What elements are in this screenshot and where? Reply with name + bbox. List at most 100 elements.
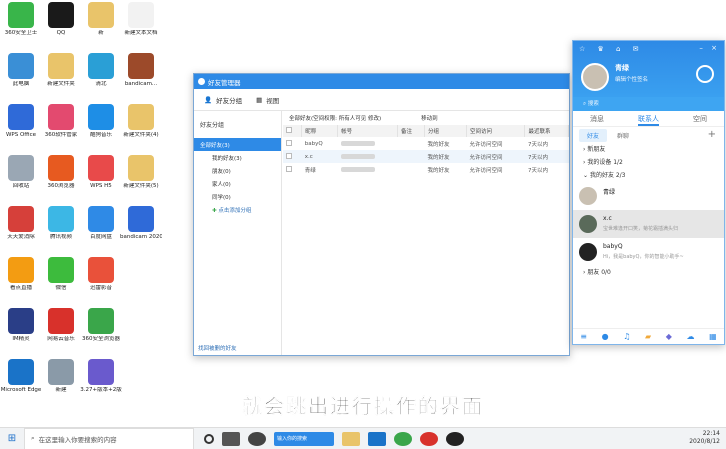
menu-icon[interactable]: ≡ bbox=[580, 332, 587, 341]
select-all-checkbox[interactable] bbox=[286, 127, 292, 133]
group-item-my-friends[interactable]: 我的好友(3) bbox=[194, 151, 281, 164]
qq-window-buttons[interactable]: – × bbox=[699, 44, 720, 52]
move-to-dropdown[interactable]: 移动到 bbox=[421, 114, 438, 122]
app-icon bbox=[48, 155, 74, 181]
music-icon[interactable]: ♫ bbox=[623, 332, 630, 341]
desktop-icon[interactable]: 新建文件夹(4) bbox=[120, 104, 162, 139]
group-my-friends[interactable]: ⌄ 我的好友 2/3 bbox=[573, 169, 724, 182]
weather-sun-icon[interactable] bbox=[696, 65, 714, 83]
desktop-icon[interactable]: 酷狗音乐 bbox=[80, 104, 122, 139]
view-button[interactable]: ▦ 视图 bbox=[256, 95, 279, 105]
avatar[interactable] bbox=[581, 63, 609, 91]
checkbox-header[interactable] bbox=[283, 125, 303, 137]
window-title: 好友管理器 bbox=[208, 78, 241, 87]
windows-start-icon[interactable]: ⊞ bbox=[0, 433, 24, 444]
cortana-icon[interactable] bbox=[204, 433, 214, 444]
desktop-icon[interactable]: 新建文件夹(5) bbox=[120, 155, 162, 190]
add-plus-icon[interactable]: + bbox=[708, 129, 716, 140]
desktop-icon[interactable]: 新建文本文档 bbox=[120, 2, 162, 37]
desktop-icon[interactable]: 此电脑 bbox=[0, 53, 42, 88]
desktop-icon[interactable]: 清北 bbox=[80, 53, 122, 88]
subtab-groups[interactable]: 群聊 bbox=[617, 131, 629, 140]
table-row[interactable]: babyQ 我的好友 允许访问空间 7天以内 bbox=[283, 137, 569, 150]
tab-messages[interactable]: 消息 bbox=[590, 111, 604, 126]
search-box-app[interactable]: 输入你的搜索 bbox=[274, 431, 334, 446]
app-icon bbox=[128, 53, 154, 79]
desktop-icon[interactable]: 360浏览器 bbox=[40, 155, 82, 190]
qq-search-input[interactable]: ⌕ 搜索 bbox=[573, 97, 724, 111]
group-friends[interactable]: › 朋友 0/0 bbox=[573, 266, 724, 279]
qq-top-icons[interactable]: ☆ ♛ ⌂ ✉ bbox=[579, 45, 644, 53]
desktop-icon[interactable]: 腾讯视频 bbox=[40, 206, 82, 241]
recorder-icon[interactable] bbox=[420, 431, 438, 446]
file-explorer-icon[interactable] bbox=[342, 431, 360, 446]
taskbar-search-input[interactable]: ⌕ 在这里输入你要搜索的内容 bbox=[24, 427, 194, 449]
group-item-family[interactable]: 家人(0) bbox=[194, 177, 281, 190]
desktop-icon[interactable]: 看点直播 bbox=[0, 257, 42, 292]
task-view-icon[interactable] bbox=[222, 431, 240, 446]
app-grid-icon[interactable]: ▦ bbox=[709, 332, 717, 341]
desktop-icon[interactable]: 回收站 bbox=[0, 155, 42, 190]
desktop-icon[interactable]: 天天爱消除 bbox=[0, 206, 42, 241]
game-icon[interactable]: ◆ bbox=[666, 332, 672, 341]
row-checkbox[interactable] bbox=[286, 139, 292, 146]
desktop-icon[interactable]: 360软件管家 bbox=[40, 104, 82, 139]
friend-item[interactable]: x.c 宝世难逢开口笑，菊花霜插满头归 bbox=[573, 210, 724, 238]
qq-taskbar-icon[interactable] bbox=[446, 431, 464, 446]
group-new-friends[interactable]: › 新朋友 bbox=[573, 143, 724, 156]
desktop-icon[interactable]: 微信 bbox=[40, 257, 82, 292]
row-checkbox[interactable] bbox=[286, 152, 292, 159]
table-row[interactable]: 青绿 我的好友 允许访问空间 7天以内 bbox=[283, 163, 569, 176]
subtab-friends[interactable]: 好友 bbox=[579, 128, 608, 142]
desktop-icon[interactable]: 3.27+版本+2版 bbox=[80, 359, 122, 394]
cell-recent: 7天以内 bbox=[527, 167, 548, 174]
system-tray[interactable]: 22:14 2020/8/12 bbox=[689, 430, 720, 446]
desktop-icon[interactable]: WPS Office bbox=[0, 104, 42, 139]
cloud-icon[interactable]: ☁ bbox=[687, 332, 695, 341]
desktop-icon[interactable]: bandicam... bbox=[120, 53, 162, 88]
desktop-icon[interactable]: IM精灵 bbox=[0, 308, 42, 343]
signature-edit[interactable]: 编辑个性签名 bbox=[615, 75, 648, 83]
column-nickname[interactable]: 昵称 bbox=[301, 125, 339, 137]
table-row[interactable]: x.c 我的好友 允许访问空间 7天以内 bbox=[283, 150, 569, 163]
desktop-icon[interactable]: bandicam 2020-08-1... bbox=[120, 206, 162, 241]
app-icon bbox=[48, 206, 74, 232]
friend-manager-titlebar[interactable]: 好友管理器 bbox=[194, 74, 569, 89]
tab-contacts[interactable]: 联系人 bbox=[638, 111, 659, 126]
friend-groups-button[interactable]: 👤 好友分组 bbox=[204, 95, 242, 105]
desktop-icon[interactable]: QQ bbox=[40, 2, 82, 37]
desktop-icon[interactable]: WPS H5 bbox=[80, 155, 122, 190]
app-icon bbox=[88, 257, 114, 283]
desktop-icon[interactable]: 迅雷影音 bbox=[80, 257, 122, 292]
desktop-icon[interactable]: 360安全卫士 bbox=[0, 2, 42, 37]
app-icon bbox=[88, 53, 114, 79]
column-account[interactable]: 帐号 bbox=[337, 125, 399, 137]
desktop-icon[interactable]: 新建文件夹 bbox=[40, 53, 82, 88]
desktop-icon[interactable]: 网易云音乐 bbox=[40, 308, 82, 343]
row-checkbox[interactable] bbox=[286, 165, 292, 172]
recover-deleted-friends-link[interactable]: 找回被删的好友 bbox=[198, 344, 237, 352]
contacts-icon[interactable]: ● bbox=[602, 332, 609, 341]
desktop-icon[interactable]: 新建 bbox=[40, 359, 82, 394]
column-group[interactable]: 分组 bbox=[424, 125, 467, 137]
tab-space[interactable]: 空间 bbox=[693, 111, 707, 126]
desktop-icon[interactable]: 百度网盘 bbox=[80, 206, 122, 241]
column-recent-contact[interactable]: 最近联系 bbox=[524, 125, 569, 137]
column-space-access[interactable]: 空间访问 bbox=[466, 125, 526, 137]
column-remark[interactable]: 备注 bbox=[397, 125, 425, 137]
friend-item[interactable]: 青绿 bbox=[573, 182, 724, 210]
friend-item[interactable]: babyQ Hi，我是babyQ，你的智能小助手~ bbox=[573, 238, 724, 266]
group-item-classmates[interactable]: 同学(0) bbox=[194, 190, 281, 203]
browser-icon[interactable] bbox=[394, 431, 412, 446]
mail-icon[interactable] bbox=[368, 431, 386, 446]
desktop-icon[interactable]: 360安全浏览器 bbox=[80, 308, 122, 343]
group-item-all[interactable]: 全部好友(3) bbox=[194, 138, 281, 151]
group-my-devices[interactable]: › 我的设备 1/2 bbox=[573, 156, 724, 169]
group-item-friends[interactable]: 朋友(0) bbox=[194, 164, 281, 177]
permission-text[interactable]: 全部好友(空间权限: 所有人可见 修改) bbox=[289, 114, 381, 122]
add-group-link[interactable]: ✚ 点击添加分组 bbox=[194, 203, 281, 217]
folder-icon[interactable]: ▰ bbox=[645, 332, 651, 341]
desktop-icon[interactable]: 新 bbox=[80, 2, 122, 37]
fan-app-icon[interactable] bbox=[248, 431, 266, 446]
desktop-icon[interactable]: Microsoft Edge bbox=[0, 359, 42, 394]
